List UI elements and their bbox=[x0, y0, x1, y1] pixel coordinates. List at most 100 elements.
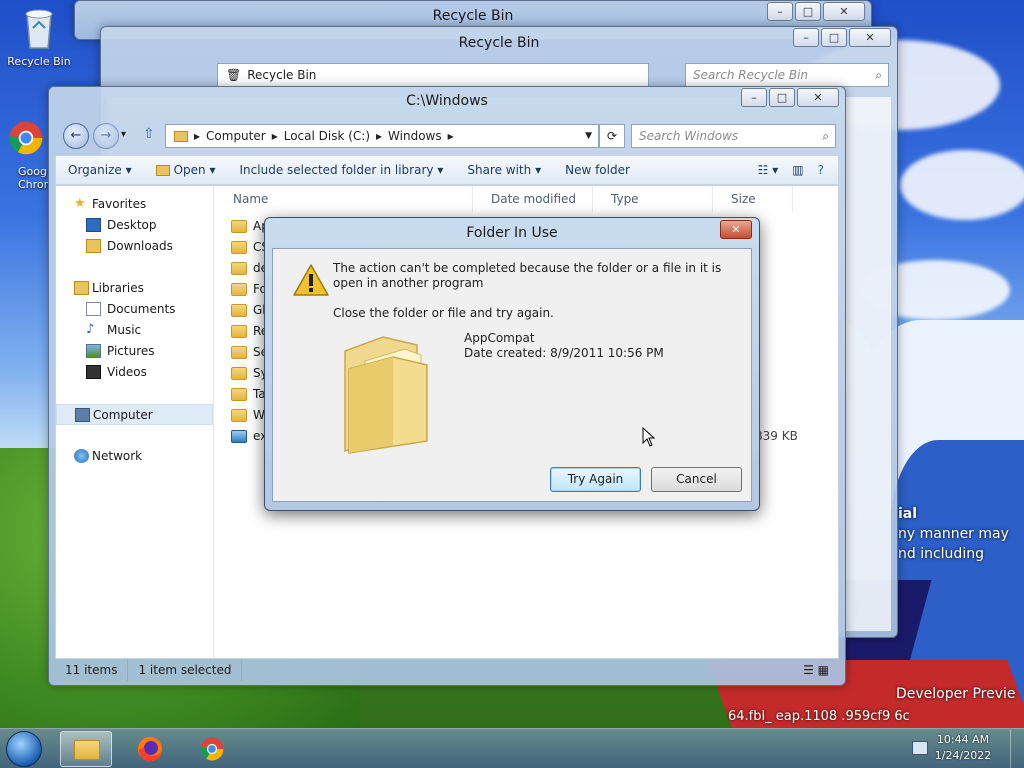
chevron-right-icon: ▸ bbox=[376, 129, 383, 143]
file-row[interactable]: Se bbox=[231, 342, 268, 363]
chevron-right-icon: ▸ bbox=[271, 129, 278, 143]
nav-desktop[interactable]: Desktop bbox=[56, 215, 213, 236]
file-row[interactable]: Ta bbox=[231, 384, 266, 405]
caption-buttons: – □ ✕ bbox=[741, 88, 839, 107]
folder-icon bbox=[231, 409, 247, 422]
folder-icon bbox=[231, 283, 247, 296]
nav-computer[interactable]: Computer bbox=[56, 404, 213, 425]
taskbar-explorer[interactable] bbox=[60, 731, 112, 767]
breadcrumb-computer[interactable]: Computer bbox=[206, 125, 266, 147]
nav-music[interactable]: ♪ Music bbox=[56, 320, 213, 341]
nav-network[interactable]: Network bbox=[56, 446, 213, 467]
nav-libraries[interactable]: Libraries bbox=[56, 278, 213, 299]
recycle-bin-icon bbox=[25, 9, 53, 49]
recent-pages-icon[interactable]: ▾ bbox=[121, 129, 126, 140]
window-title: Recycle Bin bbox=[458, 35, 540, 51]
folder-icon bbox=[231, 304, 247, 317]
desktop-icon-chrome[interactable]: Goog Chron bbox=[4, 116, 48, 191]
details-view-icon[interactable]: ☰ ▦ bbox=[793, 659, 839, 681]
nav-favorites[interactable]: ★ Favorites bbox=[56, 194, 213, 215]
chevron-down-icon[interactable]: ▼ bbox=[585, 125, 592, 147]
caption-buttons: ✕ bbox=[720, 220, 752, 239]
breadcrumb-local-disk[interactable]: Local Disk (C:) bbox=[284, 125, 370, 147]
pictures-icon bbox=[86, 344, 101, 358]
share-with-button[interactable]: Share with ▾ bbox=[455, 163, 553, 177]
search-input[interactable]: Search Recycle Bin ⌕ bbox=[685, 63, 889, 87]
address-bar[interactable]: ▸ Computer ▸ Local Disk (C:) ▸ Windows ▸… bbox=[165, 124, 599, 148]
maximize-button[interactable]: □ bbox=[795, 2, 821, 21]
show-desktop-button[interactable] bbox=[1010, 729, 1024, 768]
minimize-button[interactable]: – bbox=[767, 2, 793, 21]
dialog-message: The action can't be completed because th… bbox=[333, 261, 722, 290]
folder-icon bbox=[231, 325, 247, 338]
nav-downloads[interactable]: Downloads bbox=[56, 236, 213, 257]
music-icon: ♪ bbox=[86, 322, 95, 337]
close-button[interactable]: ✕ bbox=[849, 28, 891, 47]
column-name[interactable]: Name bbox=[215, 186, 473, 212]
new-folder-button[interactable]: New folder bbox=[553, 163, 642, 177]
folder-icon bbox=[231, 367, 247, 380]
view-controls: ☷ ▾ ▥ ? bbox=[758, 163, 838, 177]
minimize-button[interactable]: – bbox=[793, 28, 819, 47]
folder-icon bbox=[231, 220, 247, 233]
folder-icon bbox=[344, 336, 428, 454]
dialog-sub-message: Close the folder or file and try again. bbox=[333, 306, 554, 320]
taskbar-firefox[interactable] bbox=[124, 731, 176, 767]
organize-button[interactable]: Organize ▾ bbox=[56, 163, 144, 177]
change-view-icon[interactable]: ☷ ▾ bbox=[758, 163, 779, 177]
file-row[interactable]: de bbox=[231, 258, 268, 279]
desktop-icon-recycle-bin[interactable]: Recycle Bin bbox=[2, 6, 76, 68]
taskbar-chrome[interactable] bbox=[186, 731, 238, 767]
breadcrumb-windows[interactable]: Windows bbox=[388, 125, 442, 147]
open-button[interactable]: Open ▾ bbox=[144, 163, 228, 177]
cloud bbox=[900, 150, 1024, 220]
nav-documents[interactable]: Documents bbox=[56, 299, 213, 320]
wallpaper-text: Developer Previe bbox=[896, 686, 1016, 702]
file-row[interactable]: Gl bbox=[231, 300, 266, 321]
file-row[interactable]: ex bbox=[231, 426, 267, 447]
network-tray-icon[interactable] bbox=[912, 741, 928, 755]
item-date-created: Date created: 8/9/2011 10:56 PM bbox=[464, 346, 664, 360]
maximize-button[interactable]: □ bbox=[821, 28, 847, 47]
help-icon[interactable]: ? bbox=[818, 163, 824, 177]
status-bar: 11 items 1 item selected ☰ ▦ bbox=[55, 659, 839, 681]
column-type[interactable]: Type bbox=[593, 186, 713, 212]
windows-start-icon[interactable] bbox=[6, 731, 42, 767]
nav-pictures[interactable]: Pictures bbox=[56, 341, 213, 362]
up-icon[interactable]: ⇧ bbox=[143, 126, 155, 142]
back-button[interactable]: ← bbox=[63, 123, 89, 149]
search-input[interactable]: Search Windows ⌕ bbox=[631, 124, 836, 148]
column-size[interactable]: Size bbox=[713, 186, 793, 212]
file-row[interactable]: Fo bbox=[231, 279, 267, 300]
wallpaper-text: nd including bbox=[898, 546, 984, 562]
chrome-icon bbox=[200, 737, 224, 761]
column-date-modified[interactable]: Date modified bbox=[473, 186, 593, 212]
chevron-right-icon: ▸ bbox=[447, 129, 454, 143]
close-button[interactable]: ✕ bbox=[797, 88, 839, 107]
minimize-button[interactable]: – bbox=[741, 88, 767, 107]
app-icon bbox=[231, 430, 247, 443]
file-row[interactable]: W bbox=[231, 405, 265, 426]
maximize-button[interactable]: □ bbox=[769, 88, 795, 107]
close-button[interactable]: ✕ bbox=[823, 2, 865, 21]
clock[interactable]: 10:44 AM 1/24/2022 bbox=[928, 732, 998, 764]
include-in-library-button[interactable]: Include selected folder in library ▾ bbox=[228, 163, 456, 177]
address-bar[interactable]: 🗑 Recycle Bin bbox=[217, 63, 649, 87]
clock-time: 10:44 AM bbox=[936, 733, 990, 746]
folder-in-use-dialog[interactable]: Folder In Use ✕ The action can't be comp… bbox=[264, 217, 760, 511]
nav-videos[interactable]: Videos bbox=[56, 362, 213, 383]
wallpaper-text: ial bbox=[898, 506, 918, 522]
command-bar: Organize ▾ Open ▾ Include selected folde… bbox=[55, 155, 839, 185]
close-button[interactable]: ✕ bbox=[720, 220, 752, 239]
file-row[interactable]: Re bbox=[231, 321, 268, 342]
try-again-button[interactable]: Try Again bbox=[550, 467, 641, 492]
cancel-button[interactable]: Cancel bbox=[651, 467, 742, 492]
refresh-button[interactable]: ⟳ bbox=[599, 124, 625, 148]
file-row[interactable]: Sy bbox=[231, 363, 268, 384]
folder-small-icon bbox=[155, 165, 170, 176]
chrome-icon bbox=[9, 121, 43, 155]
forward-button[interactable]: → bbox=[93, 123, 119, 149]
preview-pane-icon[interactable]: ▥ bbox=[792, 163, 803, 177]
folder-icon bbox=[231, 241, 247, 254]
file-size: 839 KB bbox=[755, 429, 798, 443]
